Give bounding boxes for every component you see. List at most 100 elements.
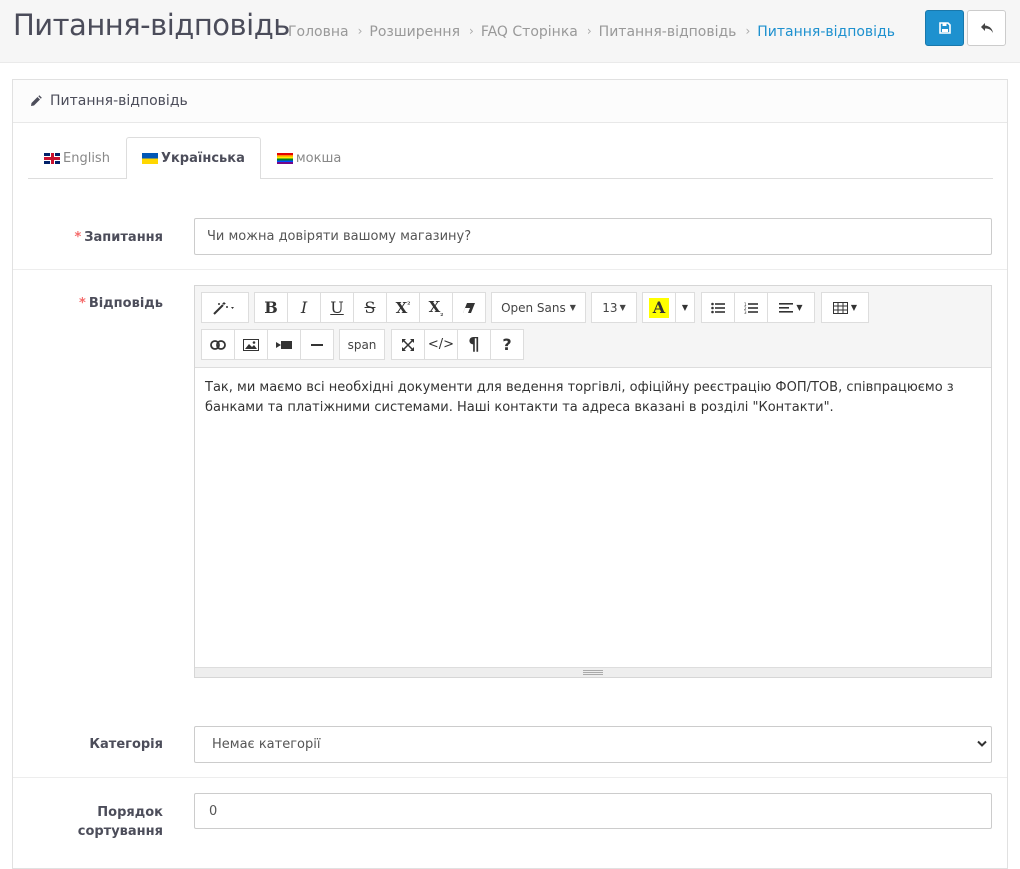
required-asterisk: * — [74, 230, 82, 245]
strikethrough-button[interactable]: S — [353, 292, 387, 323]
caret-down-icon: ▼ — [569, 303, 576, 312]
breadcrumb-separator: › — [357, 24, 363, 38]
highlight-color-button[interactable]: A — [642, 292, 676, 323]
editor-resize-bar[interactable] — [195, 667, 991, 677]
italic-button[interactable]: I — [287, 292, 321, 323]
superscript-icon: X² — [395, 298, 411, 317]
horizontal-rule-button[interactable] — [300, 329, 334, 360]
eraser-icon — [463, 302, 475, 313]
clear-format-button[interactable] — [452, 292, 486, 323]
insert-video-button[interactable] — [267, 329, 301, 360]
image-icon — [243, 338, 259, 351]
tab-label: мокша — [295, 151, 342, 166]
insert-image-button[interactable] — [234, 329, 268, 360]
question-mark-icon: ? — [502, 335, 512, 354]
breadcrumb-current[interactable]: Питання-відповідь — [757, 24, 895, 40]
span-label: span — [347, 337, 377, 352]
sort-order-label-line1: Порядок — [97, 805, 163, 820]
back-button[interactable] — [967, 10, 1006, 46]
tab-label: English — [63, 151, 110, 166]
help-button[interactable]: ? — [490, 329, 524, 360]
rich-text-editor: B I U S X² X₂ Open Sans ▼ 13 ▼ A ▼ 1 2 3… — [194, 285, 992, 678]
flag-uk-icon — [44, 153, 60, 164]
highlight-a-icon: A — [648, 297, 670, 318]
caret-down-icon: ▼ — [796, 303, 803, 312]
tab-ukrainian[interactable]: Українська — [125, 137, 261, 179]
sort-order-label: Порядок сортування — [13, 803, 163, 841]
superscript-button[interactable]: X² — [386, 292, 420, 323]
paragraph-align-dropdown[interactable]: ▼ — [767, 292, 815, 323]
ordered-list-button[interactable]: 123 — [734, 292, 768, 323]
question-label-text: Запитання — [84, 230, 163, 245]
bold-icon: B — [264, 298, 278, 317]
video-icon — [276, 340, 292, 349]
category-select-value: Немає категорії — [212, 737, 321, 752]
code-view-button[interactable]: </> — [424, 329, 458, 360]
bullet-list-icon — [711, 302, 725, 313]
breadcrumb: Головна › Розширення › FAQ Сторінка › Пи… — [288, 24, 895, 40]
breadcrumb-extensions[interactable]: Розширення — [369, 24, 460, 40]
breadcrumb-separator: › — [745, 24, 751, 38]
breadcrumb-faq-page[interactable]: FAQ Сторінка — [481, 24, 578, 40]
save-button[interactable] — [925, 10, 964, 46]
page-title: Питання-відповідь — [13, 8, 290, 42]
tab-label: Українська — [160, 150, 245, 166]
font-size-value: 13 — [602, 300, 618, 315]
category-select[interactable]: Немає категорії — [194, 726, 992, 763]
underline-button[interactable]: U — [320, 292, 354, 323]
bold-button[interactable]: B — [254, 292, 288, 323]
font-name-value: Open Sans — [501, 300, 566, 315]
style-magic-button[interactable] — [201, 292, 249, 323]
show-blocks-button[interactable]: ¶ — [457, 329, 491, 360]
svg-text:3: 3 — [744, 310, 747, 314]
code-icon: </> — [427, 337, 455, 352]
italic-icon: I — [300, 298, 308, 317]
breadcrumb-separator: › — [469, 24, 474, 38]
tab-english[interactable]: English — [28, 137, 126, 179]
unordered-list-button[interactable] — [701, 292, 735, 323]
span-style-button[interactable]: span — [339, 329, 385, 360]
answer-label-text: Відповідь — [88, 296, 163, 311]
row-divider — [13, 269, 1007, 270]
reply-icon — [980, 23, 993, 33]
flag-ukraine-icon — [141, 152, 158, 164]
insert-link-button[interactable] — [201, 329, 235, 360]
breadcrumb-faq-list[interactable]: Питання-відповідь — [599, 24, 737, 40]
table-icon — [832, 301, 848, 314]
sort-order-input[interactable]: 0 — [194, 793, 992, 829]
table-dropdown[interactable]: ▼ — [821, 292, 869, 323]
color-dropdown-button[interactable]: ▼ — [675, 292, 695, 323]
editor-toolbar: B I U S X² X₂ Open Sans ▼ 13 ▼ A ▼ 1 2 3… — [195, 286, 991, 368]
question-input[interactable]: Чи можна довіряти вашому магазину? — [194, 218, 992, 255]
answer-label: * Відповідь — [13, 296, 163, 311]
category-label: Категорія — [89, 737, 163, 752]
font-name-dropdown[interactable]: Open Sans ▼ — [491, 292, 586, 323]
link-icon — [210, 339, 226, 350]
magic-wand-icon — [213, 301, 234, 315]
save-icon — [938, 22, 951, 34]
breadcrumb-separator: › — [586, 24, 592, 38]
subscript-button[interactable]: X₂ — [419, 292, 453, 323]
sort-order-label-line2: сортування — [77, 824, 163, 839]
question-label: * Запитання — [13, 230, 163, 245]
question-input-value: Чи можна довіряти вашому магазину? — [207, 229, 472, 244]
chevron-down-icon — [977, 740, 987, 747]
numbered-list-icon: 123 — [744, 302, 758, 314]
align-left-icon — [779, 302, 794, 313]
flag-rainbow-icon — [276, 153, 293, 164]
row-divider — [13, 777, 1007, 778]
underline-icon: U — [330, 298, 344, 317]
tab-moksha[interactable]: мокша — [261, 137, 357, 179]
panel-heading: Питання-відповідь — [13, 80, 1007, 123]
font-size-dropdown[interactable]: 13 ▼ — [591, 292, 637, 323]
breadcrumb-home[interactable]: Головна — [288, 24, 349, 40]
required-asterisk: * — [79, 296, 86, 311]
fullscreen-button[interactable] — [391, 329, 425, 360]
strikethrough-icon: S — [364, 298, 376, 317]
caret-down-icon: ▼ — [619, 303, 626, 312]
subscript-icon: X₂ — [428, 297, 444, 318]
pilcrow-icon: ¶ — [468, 334, 480, 355]
caret-down-icon: ▼ — [850, 303, 858, 312]
resize-grip-icon — [583, 670, 603, 675]
editor-content[interactable]: Так, ми маємо всі необхідні документи дл… — [195, 368, 991, 428]
